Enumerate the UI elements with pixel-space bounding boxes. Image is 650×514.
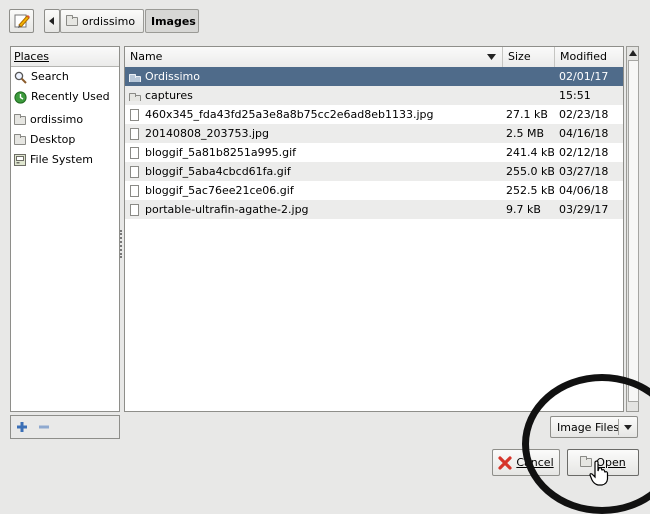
folder-icon (66, 14, 78, 26)
clock-icon (14, 90, 27, 104)
column-label: Size (508, 50, 531, 63)
drive-icon (14, 154, 26, 166)
file-row-captures[interactable]: captures 15:51 (125, 86, 623, 105)
scrollbar-thumb[interactable] (628, 60, 639, 402)
place-label: Recently Used (31, 90, 110, 103)
file-icon (130, 109, 139, 121)
column-header-name[interactable]: Name (125, 47, 503, 67)
file-name: bloggif_5ac76ee21ce06.gif (145, 184, 294, 197)
column-header-modified[interactable]: Modified (555, 47, 623, 67)
file-size (506, 67, 554, 86)
left-arrow-icon (49, 17, 54, 25)
path-label: Images (151, 14, 196, 28)
path-back-button[interactable] (44, 9, 60, 33)
file-modified: 02/23/18 (559, 108, 609, 121)
folder-icon (14, 113, 26, 125)
file-modified: 15:51 (559, 89, 591, 102)
file-modified: 02/01/17 (559, 70, 609, 83)
place-label: ordissimo (30, 113, 84, 126)
add-bookmark-button[interactable] (15, 420, 29, 434)
path-label: ordissimo (82, 14, 136, 28)
file-size: 255.0 kB (506, 165, 554, 178)
places-header[interactable]: Places (11, 47, 119, 67)
place-label: File System (30, 153, 93, 166)
file-row[interactable]: 20140808_203753.jpg 2.5 MB 04/16/18 (125, 124, 623, 143)
file-modified: 04/16/18 (559, 127, 609, 140)
folder-icon (129, 74, 141, 82)
file-modified: 03/27/18 (559, 165, 609, 178)
column-label: Modified (560, 50, 607, 63)
file-icon (130, 128, 139, 140)
vertical-scrollbar[interactable] (626, 46, 639, 412)
file-icon (130, 166, 139, 178)
place-ordissimo[interactable]: ordissimo (11, 110, 119, 130)
path-button-images[interactable]: Images (145, 9, 199, 33)
file-name: bloggif_5a81b8251a995.gif (145, 146, 297, 159)
file-name: Ordissimo (145, 70, 200, 83)
places-header-label: Places (14, 50, 49, 63)
column-label: Name (130, 50, 163, 63)
file-row[interactable]: bloggif_5ac76ee21ce06.gif 252.5 kB 04/06… (125, 181, 623, 200)
folder-icon (14, 133, 26, 145)
hand-cursor-icon (589, 460, 609, 486)
file-name: 20140808_203753.jpg (145, 127, 269, 140)
file-size: 252.5 kB (506, 184, 554, 197)
place-recently-used[interactable]: Recently Used (11, 87, 119, 107)
file-size: 9.7 kB (506, 203, 541, 216)
cancel-icon (498, 455, 512, 470)
file-row[interactable]: bloggif_5a81b8251a995.gif 241.4 kB 02/12… (125, 143, 623, 162)
file-modified: 03/29/17 (559, 203, 609, 216)
scroll-up-icon (629, 50, 637, 56)
file-icon (130, 185, 139, 197)
search-icon (14, 71, 27, 84)
file-size: 241.4 kB (506, 146, 554, 159)
column-header-size[interactable]: Size (503, 47, 555, 67)
file-row[interactable]: 460x345_fda43fd25a3e8a8b75cc2e6ad8eb1133… (125, 105, 623, 124)
places-sidebar: Places Search Recently Used ordissimo De… (10, 46, 120, 412)
remove-bookmark-button[interactable] (37, 420, 51, 434)
path-button-ordissimo[interactable]: ordissimo (60, 9, 144, 33)
file-modified: 04/06/18 (559, 184, 609, 197)
place-desktop[interactable]: Desktop (11, 130, 119, 150)
file-icon (130, 147, 139, 159)
pencil-icon (14, 14, 30, 28)
minus-icon (39, 425, 49, 429)
file-list[interactable]: Name Size Modified Ordissimo 02/01/17 ca… (124, 46, 624, 412)
file-name: 460x345_fda43fd25a3e8a8b75cc2e6ad8eb1133… (145, 108, 434, 121)
file-name: captures (145, 89, 193, 102)
file-size (506, 86, 554, 105)
file-name: bloggif_5aba4cbcd61fa.gif (145, 165, 291, 178)
file-list-header: Name Size Modified (125, 47, 623, 68)
file-size: 27.1 kB (506, 108, 548, 121)
file-name: portable-ultrafin-agathe-2.jpg (145, 203, 309, 216)
place-label: Search (31, 70, 69, 83)
edit-location-button[interactable] (9, 9, 34, 33)
file-size: 2.5 MB (506, 127, 545, 140)
file-row[interactable]: bloggif_5aba4cbcd61fa.gif 255.0 kB 03/27… (125, 162, 623, 181)
folder-icon (129, 93, 141, 101)
file-row-ordissimo[interactable]: Ordissimo 02/01/17 (125, 67, 623, 86)
file-modified: 02/12/18 (559, 146, 609, 159)
place-file-system[interactable]: File System (11, 150, 119, 170)
place-search[interactable]: Search (11, 67, 119, 87)
file-icon (130, 204, 139, 216)
file-row[interactable]: portable-ultrafin-agathe-2.jpg 9.7 kB 03… (125, 200, 623, 219)
sort-down-icon (487, 54, 496, 60)
plus-icon (17, 422, 27, 432)
place-label: Desktop (30, 133, 76, 146)
bookmark-buttons (10, 415, 120, 439)
